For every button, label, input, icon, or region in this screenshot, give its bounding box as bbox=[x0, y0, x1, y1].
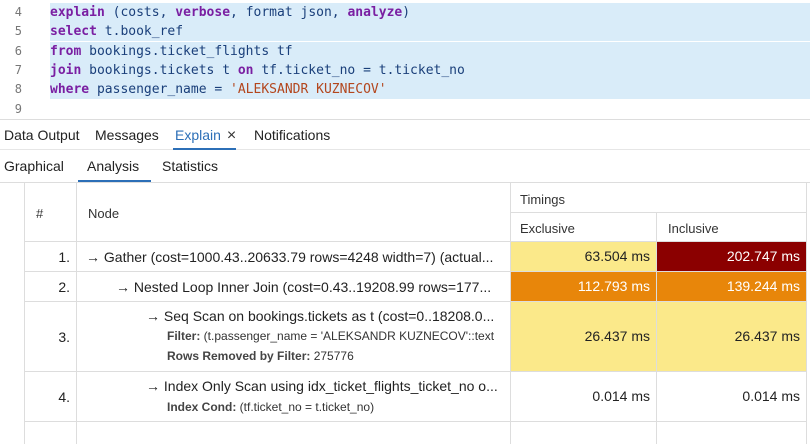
exclusive-time-cell: 112.793 ms bbox=[511, 272, 656, 301]
index-cond-label: Index Cond: bbox=[167, 400, 237, 414]
inclusive-time-cell: 26.437 ms bbox=[657, 302, 806, 371]
node-label: → Seq Scan on bookings.tickets as t (cos… bbox=[146, 308, 495, 324]
grid-line bbox=[806, 183, 807, 444]
code-line[interactable]: 9 bbox=[0, 100, 810, 119]
sql-text: passenger_name = bbox=[89, 82, 231, 97]
line-number: 7 bbox=[14, 63, 22, 77]
close-icon[interactable]: × bbox=[227, 127, 236, 144]
header-inclusive[interactable]: Inclusive bbox=[668, 221, 719, 236]
rows-removed-detail: Rows Removed by Filter: 275776 bbox=[167, 349, 510, 363]
sql-keyword: analyze bbox=[347, 5, 403, 20]
node-label: → Gather (cost=1000.43..20633.79 rows=42… bbox=[86, 249, 494, 265]
sql-string: 'ALEKSANDR KUZNECOV' bbox=[230, 82, 387, 97]
code-line[interactable]: 6 from bookings.ticket_flights tf bbox=[0, 42, 810, 61]
filter-label: Filter: bbox=[167, 329, 201, 343]
tab-notifications[interactable]: Notifications bbox=[252, 120, 332, 150]
analysis-table: # Node Timings Exclusive Inclusive 1. → … bbox=[0, 183, 810, 444]
exclusive-time-cell: 0.014 ms bbox=[511, 372, 656, 421]
sql-keyword: join bbox=[50, 63, 82, 78]
code-text: from bookings.ticket_flights tf bbox=[50, 42, 293, 61]
sql-keyword: where bbox=[50, 82, 90, 97]
node-label: → Nested Loop Inner Join (cost=0.43..192… bbox=[116, 279, 492, 295]
tab-messages[interactable]: Messages bbox=[93, 120, 161, 150]
tab-analysis[interactable]: Analysis bbox=[78, 151, 151, 182]
line-number: 5 bbox=[14, 24, 22, 38]
line-number: 8 bbox=[14, 82, 22, 96]
exclusive-time-cell: 63.504 ms bbox=[511, 242, 656, 271]
tab-explain-label: Explain bbox=[175, 127, 221, 143]
line-number: 6 bbox=[14, 44, 22, 58]
rows-removed-label: Rows Removed by Filter: bbox=[167, 349, 311, 363]
sql-text: tf.ticket_no = t.ticket_no bbox=[253, 63, 465, 78]
row-number: 3. bbox=[58, 329, 70, 345]
tab-statistics[interactable]: Statistics bbox=[162, 151, 218, 182]
index-cond-detail: Index Cond: (tf.ticket_no = t.ticket_no) bbox=[167, 400, 510, 414]
code-text: where passenger_name = 'ALEKSANDR KUZNEC… bbox=[50, 80, 387, 99]
sql-keyword: select bbox=[50, 24, 97, 39]
sql-text: (costs, bbox=[104, 5, 176, 20]
line-number: 9 bbox=[14, 102, 22, 116]
line-number: 4 bbox=[14, 5, 22, 19]
output-tabs: Data Output Messages Explain × Notificati… bbox=[0, 119, 810, 150]
row-number: 4. bbox=[58, 389, 70, 405]
index-cond-value: (tf.ticket_no = t.ticket_no) bbox=[236, 400, 375, 414]
tab-graphical[interactable]: Graphical bbox=[4, 151, 64, 182]
sql-keyword: explain bbox=[50, 5, 105, 20]
inclusive-time-cell: 139.244 ms bbox=[657, 272, 806, 301]
sql-editor[interactable]: 4 explain (costs, verbose, format json, a… bbox=[0, 0, 810, 118]
sql-keyword: verbose bbox=[175, 5, 231, 20]
explain-tabs: Graphical Analysis Statistics bbox=[0, 151, 810, 183]
sql-keyword: on bbox=[237, 63, 254, 78]
sql-text: bookings.tickets t bbox=[81, 63, 238, 78]
row-number: 1. bbox=[58, 249, 70, 265]
code-text: select t.book_ref bbox=[50, 22, 183, 41]
exclusive-time-cell: 26.437 ms bbox=[511, 302, 656, 371]
header-exclusive[interactable]: Exclusive bbox=[520, 221, 575, 236]
sql-text: ) bbox=[402, 5, 411, 20]
grid-line bbox=[24, 421, 807, 422]
grid-line bbox=[510, 212, 807, 213]
header-num: # bbox=[36, 206, 44, 221]
code-line[interactable]: 4 explain (costs, verbose, format json, a… bbox=[0, 3, 810, 22]
filter-value: (t.passenger_name = 'ALEKSANDR KUZNECOV'… bbox=[200, 329, 495, 343]
rows-removed-value: 275776 bbox=[310, 349, 354, 363]
inclusive-time-cell: 0.014 ms bbox=[657, 372, 806, 421]
filter-detail: Filter: (t.passenger_name = 'ALEKSANDR K… bbox=[167, 329, 510, 343]
sql-text: , format json, bbox=[230, 5, 348, 20]
sql-text: t.book_ref bbox=[96, 24, 184, 39]
header-node: Node bbox=[88, 206, 120, 221]
grid-line bbox=[24, 183, 25, 444]
grid-line bbox=[76, 183, 77, 444]
code-line[interactable]: 8 where passenger_name = 'ALEKSANDR KUZNE… bbox=[0, 80, 810, 99]
row-number: 2. bbox=[58, 279, 70, 295]
code-line[interactable]: 5 select t.book_ref bbox=[0, 22, 810, 41]
tab-data-output[interactable]: Data Output bbox=[2, 120, 82, 150]
code-text: explain (costs, verbose, format json, an… bbox=[50, 3, 410, 22]
code-line[interactable]: 7 join bookings.tickets t on tf.ticket_no… bbox=[0, 61, 810, 80]
code-text: join bookings.tickets t on tf.ticket_no … bbox=[50, 61, 465, 80]
inclusive-time-cell: 202.747 ms bbox=[657, 242, 806, 271]
node-label: → Index Only Scan using idx_ticket_fligh… bbox=[146, 378, 498, 394]
header-timings: Timings bbox=[520, 192, 566, 207]
tab-explain[interactable]: Explain × bbox=[173, 120, 237, 150]
sql-text: bookings.ticket_flights tf bbox=[81, 44, 293, 59]
sql-keyword: from bbox=[50, 44, 82, 59]
